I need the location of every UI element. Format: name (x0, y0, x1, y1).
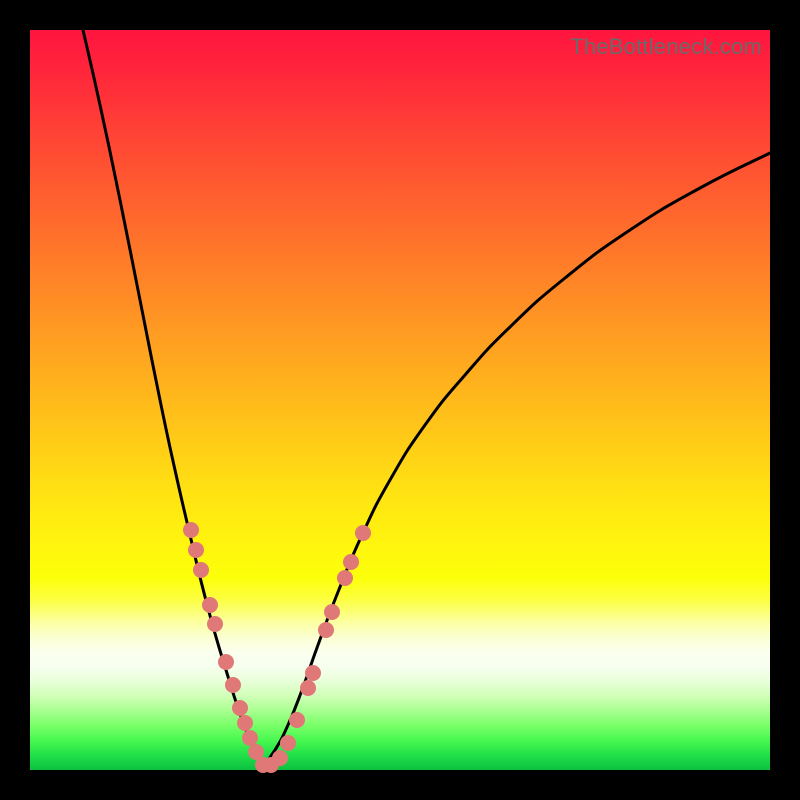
marker-dot (272, 750, 288, 766)
marker-dot (337, 570, 353, 586)
marker-dot (242, 730, 258, 746)
curve-right-branch (262, 153, 770, 767)
marker-dot (218, 654, 234, 670)
marker-dot (300, 680, 316, 696)
marker-dot (183, 522, 199, 538)
curve-layer (30, 30, 770, 770)
marker-dot (225, 677, 241, 693)
marker-dot (318, 622, 334, 638)
marker-dot (232, 700, 248, 716)
marker-dot (280, 735, 296, 751)
marker-dot (305, 665, 321, 681)
plot-area: TheBottleneck.com (30, 30, 770, 770)
marker-dot (355, 525, 371, 541)
marker-dot (237, 715, 253, 731)
marker-dot (289, 712, 305, 728)
chart-frame: TheBottleneck.com (0, 0, 800, 800)
marker-dot (202, 597, 218, 613)
marker-dot (324, 604, 340, 620)
marker-dot (207, 616, 223, 632)
marker-dot (193, 562, 209, 578)
marker-dot (188, 542, 204, 558)
curve-left-branch (83, 30, 262, 767)
marker-dots-group (183, 522, 371, 773)
marker-dot (343, 554, 359, 570)
